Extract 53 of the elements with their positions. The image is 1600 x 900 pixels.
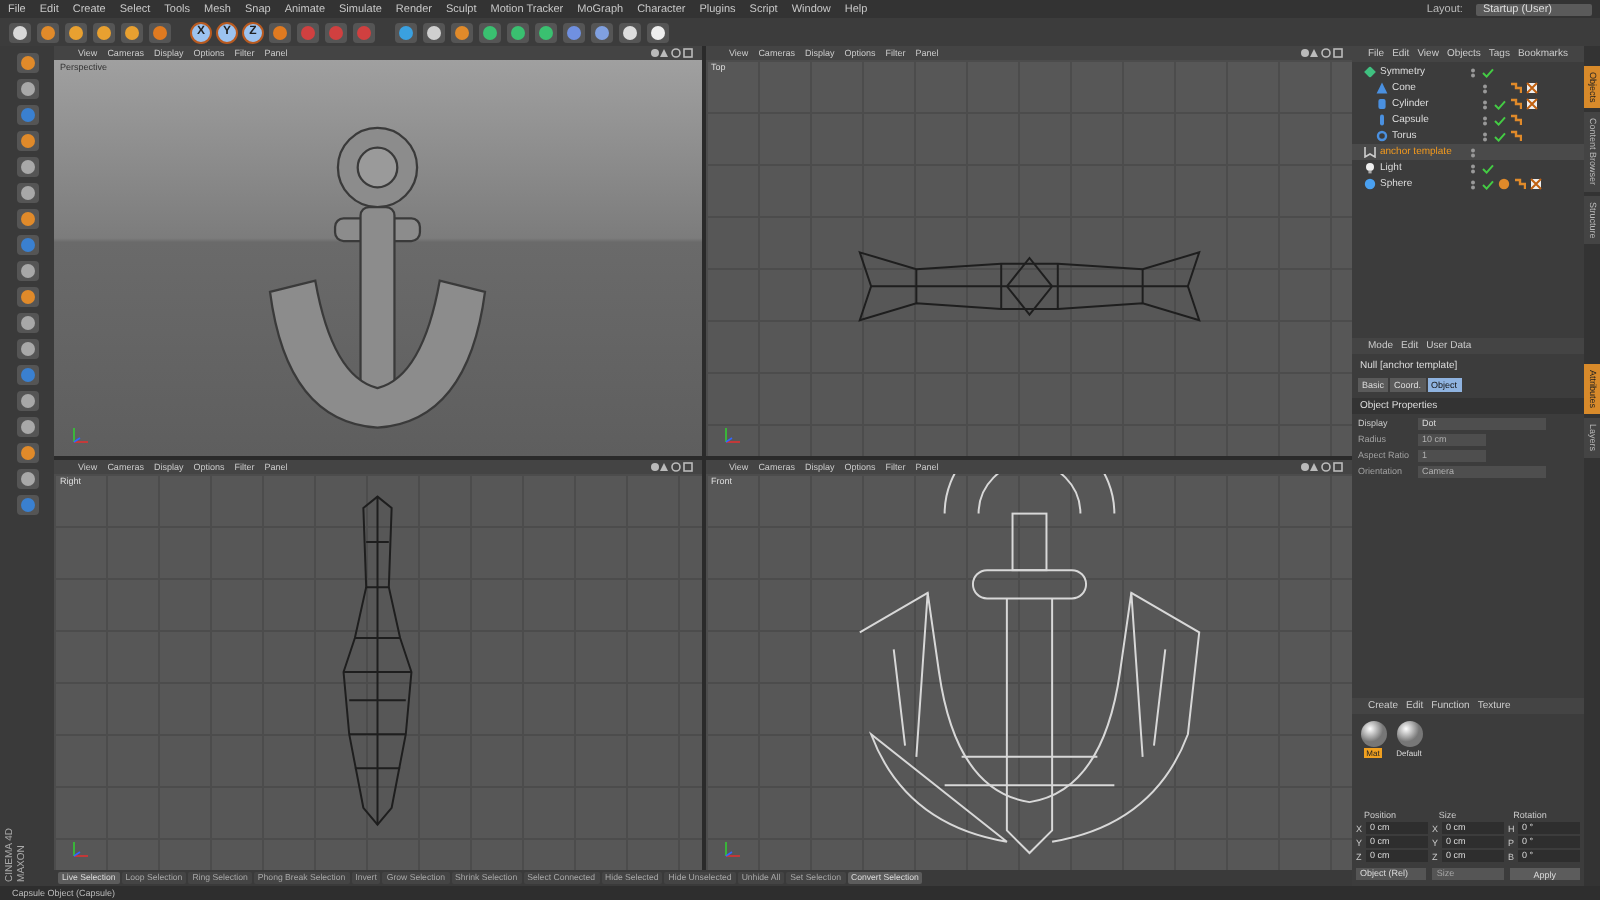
axis-icon	[70, 840, 90, 860]
check-icon[interactable]	[1494, 115, 1506, 125]
axis-icon	[70, 426, 90, 446]
navigation-icons[interactable]	[649, 48, 693, 58]
sphere-icon	[1364, 178, 1376, 190]
check-icon[interactable]	[1482, 163, 1494, 173]
tool-icon[interactable]	[590, 21, 614, 43]
tool-icon[interactable]	[15, 208, 39, 230]
tool-icon[interactable]	[450, 21, 474, 43]
tool-icon[interactable]	[618, 21, 642, 43]
check-icon[interactable]	[1482, 67, 1494, 77]
tag-icon[interactable]	[1526, 82, 1538, 94]
navigation-icons[interactable]	[1300, 48, 1344, 58]
navigation-icons[interactable]	[649, 462, 693, 472]
check-icon[interactable]	[1494, 131, 1506, 141]
check-icon[interactable]	[1494, 99, 1506, 109]
tool-icon[interactable]	[394, 21, 418, 43]
tool-icon[interactable]	[92, 21, 116, 43]
tool-icon[interactable]	[8, 21, 32, 43]
torus-icon	[1376, 130, 1388, 142]
check-icon[interactable]	[1482, 179, 1494, 189]
tool-icon[interactable]	[506, 21, 530, 43]
light-icon	[1364, 162, 1376, 174]
tool-icon[interactable]	[15, 312, 39, 334]
tool-icon[interactable]	[36, 21, 60, 43]
material-ball-icon[interactable]	[1395, 720, 1423, 748]
navigation-icons[interactable]	[1300, 462, 1344, 472]
tool-icon[interactable]	[15, 52, 39, 74]
tool-icon[interactable]	[64, 21, 88, 43]
tool-icon[interactable]	[15, 182, 39, 204]
axis-icon	[721, 840, 741, 860]
tag-icon[interactable]	[1526, 98, 1538, 110]
tool-icon[interactable]	[15, 442, 39, 464]
tool-icon[interactable]	[478, 21, 502, 43]
tool-icon[interactable]	[15, 78, 39, 100]
cone-icon	[1376, 82, 1388, 94]
tool-icon[interactable]	[15, 130, 39, 152]
tool-icon[interactable]	[422, 21, 446, 43]
tool-icon[interactable]	[15, 156, 39, 178]
tool-icon[interactable]	[534, 21, 558, 43]
material-ball-icon[interactable]	[1359, 720, 1387, 748]
axis-icon	[721, 426, 741, 446]
tag-icon[interactable]	[1530, 178, 1542, 190]
tool-icon[interactable]	[15, 260, 39, 282]
tool-icon[interactable]	[15, 416, 39, 438]
tool-icon[interactable]	[15, 338, 39, 360]
tool-icon[interactable]	[120, 21, 144, 43]
tool-icon[interactable]	[15, 390, 39, 412]
tool-icon[interactable]	[15, 286, 39, 308]
capsule-icon	[1376, 114, 1388, 126]
cylinder-icon	[1376, 98, 1388, 110]
tool-icon[interactable]	[646, 21, 670, 43]
tool-icon[interactable]	[15, 468, 39, 490]
